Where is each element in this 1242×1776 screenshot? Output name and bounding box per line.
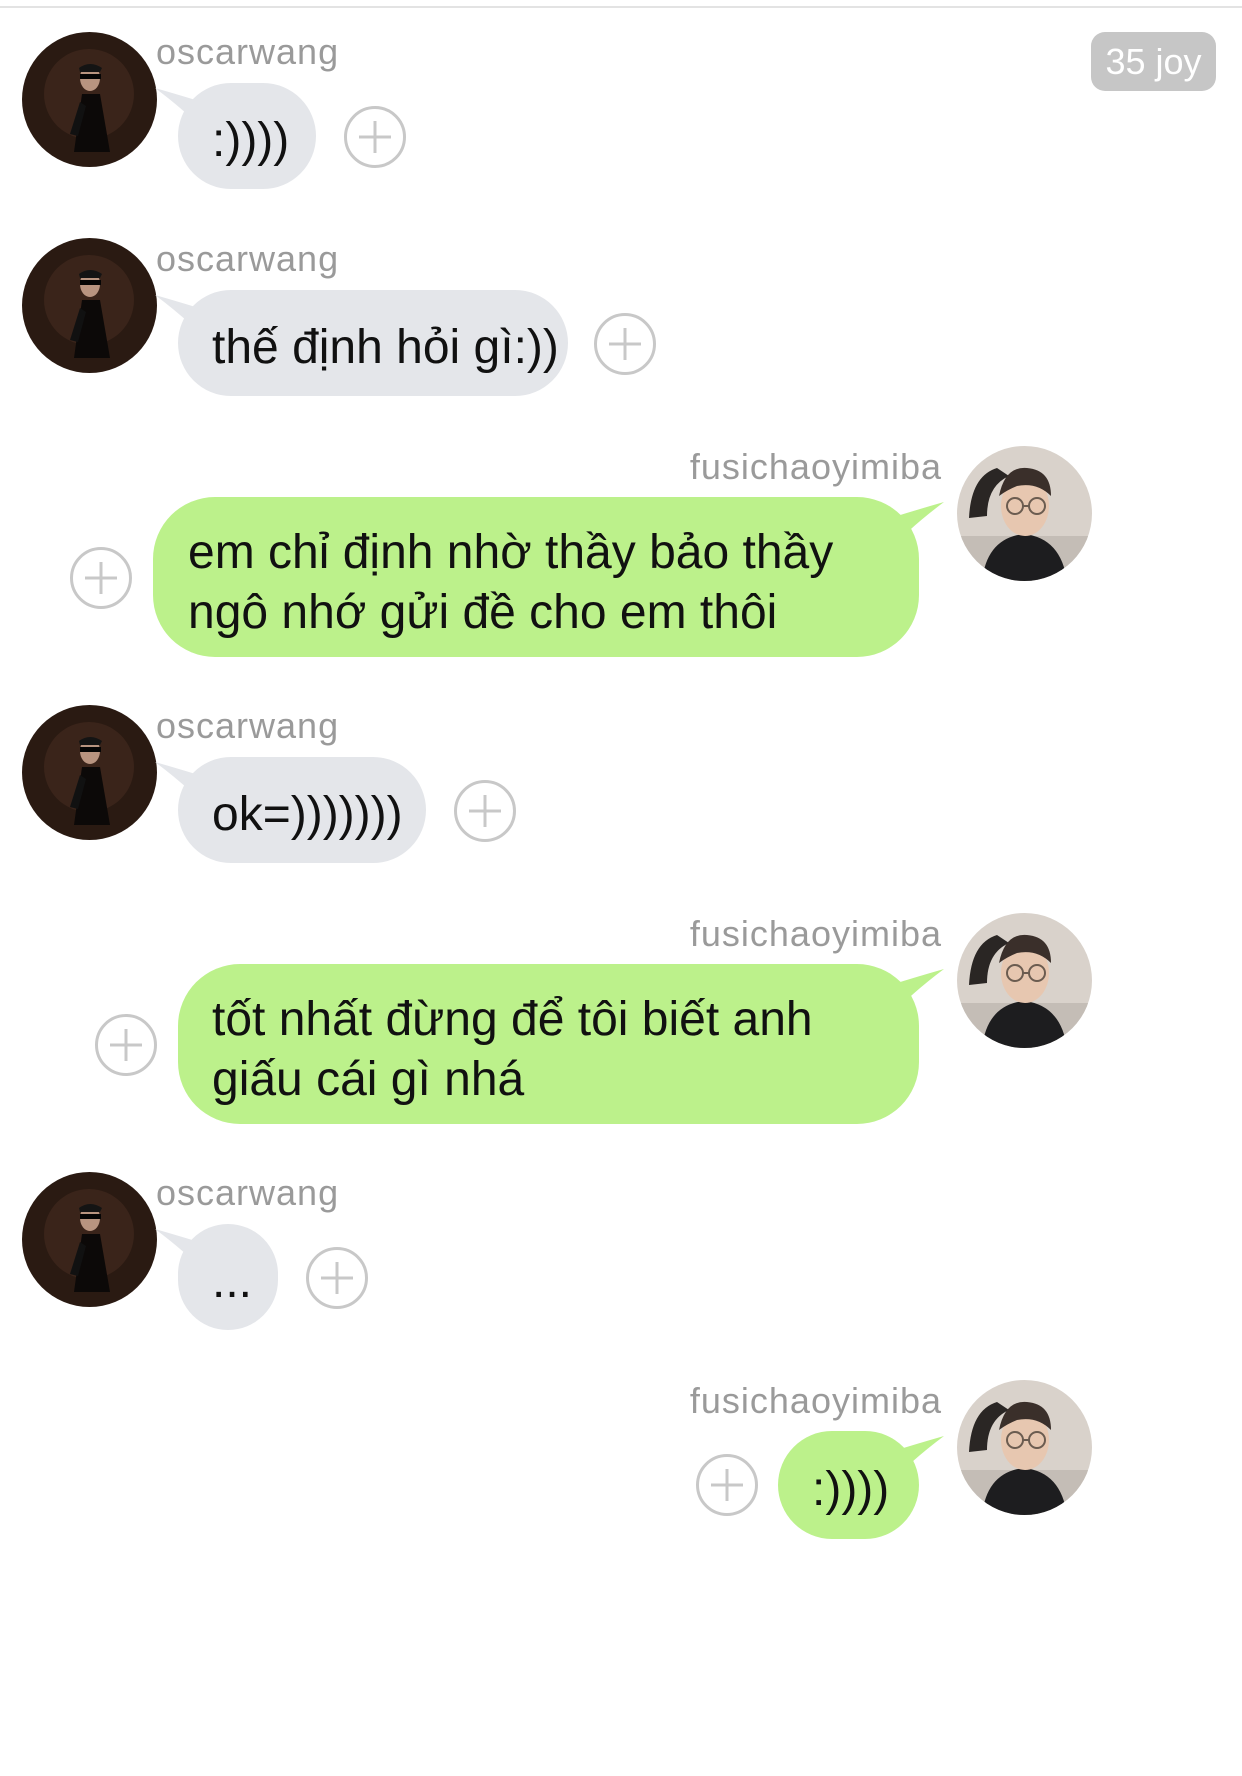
add-reaction-button[interactable] (70, 547, 132, 609)
avatar-oscarwang[interactable] (22, 1172, 157, 1307)
message-text: ... (212, 1255, 253, 1308)
add-reaction-button[interactable] (306, 1247, 368, 1309)
message-bubble[interactable]: em chỉ định nhờ thầy bảo thầy ngô nhớ gử… (153, 497, 919, 657)
avatar-oscarwang[interactable] (22, 32, 157, 167)
sender-name: oscarwang (156, 705, 340, 746)
sender-name: fusichaoyimiba (689, 913, 942, 954)
message-text: thế định hỏi gì:)) (212, 321, 559, 374)
add-reaction-button[interactable] (696, 1454, 758, 1516)
avatar-fusichaoyimiba[interactable] (957, 1380, 1092, 1515)
sender-name: fusichaoyimiba (689, 1380, 942, 1421)
avatar-oscarwang[interactable] (22, 705, 157, 840)
message-text: :)))) (212, 114, 290, 167)
message-bubble[interactable]: :)))) (178, 83, 316, 189)
message-bubble[interactable]: thế định hỏi gì:)) (178, 290, 568, 396)
sender-name: oscarwang (156, 238, 340, 279)
message-bubble[interactable]: tốt nhất đừng để tôi biết anh giấu cái g… (178, 964, 919, 1124)
add-reaction-button[interactable] (95, 1014, 157, 1076)
add-reaction-button[interactable] (344, 106, 406, 168)
avatar-fusichaoyimiba[interactable] (957, 446, 1092, 581)
message-text: :)))) (812, 1463, 890, 1516)
avatar-fusichaoyimiba[interactable] (957, 913, 1092, 1048)
top-divider (0, 6, 1242, 8)
message-bubble[interactable]: :)))) (778, 1431, 919, 1539)
sender-name: fusichaoyimiba (689, 446, 942, 487)
message-text: ok=))))))) (212, 788, 403, 841)
avatar-oscarwang[interactable] (22, 238, 157, 373)
message-bubble[interactable]: ok=))))))) (178, 757, 426, 863)
message-text: em chỉ định nhờ thầy bảo thầy ngô nhớ gử… (188, 526, 834, 639)
sender-name: oscarwang (156, 31, 340, 72)
message-text: tốt nhất đừng để tôi biết anh giấu cái g… (212, 993, 813, 1106)
sender-name: oscarwang (156, 1172, 340, 1213)
reaction-badge[interactable]: 35 joy (1091, 32, 1216, 91)
message-bubble[interactable]: ... (178, 1224, 278, 1330)
add-reaction-button[interactable] (454, 780, 516, 842)
add-reaction-button[interactable] (594, 313, 656, 375)
